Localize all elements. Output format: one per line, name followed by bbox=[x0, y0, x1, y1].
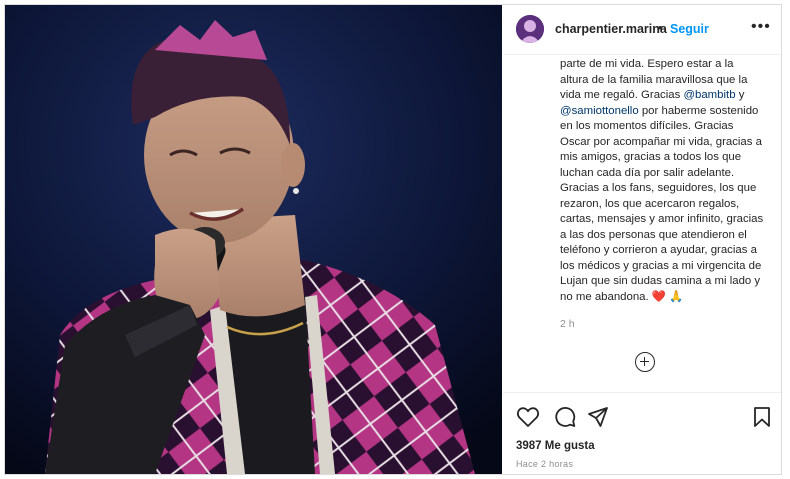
post-side-panel: charpentier.marina • Seguir ••• parte de… bbox=[503, 5, 781, 474]
mention-link[interactable]: @bambitb bbox=[683, 89, 735, 101]
likes-count[interactable]: 3987 Me gusta bbox=[516, 440, 595, 452]
singer-photo-illustration bbox=[5, 5, 502, 474]
username[interactable]: charpentier.marina bbox=[555, 22, 667, 36]
avatar[interactable] bbox=[516, 15, 544, 43]
share-icon[interactable] bbox=[587, 406, 609, 428]
bookmark-icon[interactable] bbox=[753, 406, 771, 428]
heart-icon[interactable] bbox=[516, 406, 540, 428]
separator-dot: • bbox=[658, 20, 663, 35]
post-actions: 3987 Me gusta Hace 2 horas bbox=[503, 392, 781, 474]
comment-icon[interactable] bbox=[554, 406, 576, 428]
caption-text: por haberme sostenido en los momentos di… bbox=[560, 104, 764, 303]
mention-link[interactable]: @samiottonello bbox=[560, 105, 639, 117]
post-caption: parte de mi vida. Espero estar a la altu… bbox=[560, 57, 765, 305]
add-comment-icon[interactable] bbox=[635, 352, 655, 372]
follow-button[interactable]: Seguir bbox=[670, 22, 709, 36]
more-options-icon[interactable]: ••• bbox=[751, 18, 771, 36]
instagram-post: charpentier.marina • Seguir ••• parte de… bbox=[4, 4, 782, 475]
post-timestamp: Hace 2 horas bbox=[516, 459, 574, 469]
caption-text: y bbox=[735, 89, 745, 101]
post-header: charpentier.marina • Seguir ••• bbox=[503, 5, 781, 55]
post-photo[interactable] bbox=[5, 5, 502, 474]
caption-timestamp: 2 h bbox=[560, 318, 575, 330]
avatar-image bbox=[516, 15, 544, 43]
